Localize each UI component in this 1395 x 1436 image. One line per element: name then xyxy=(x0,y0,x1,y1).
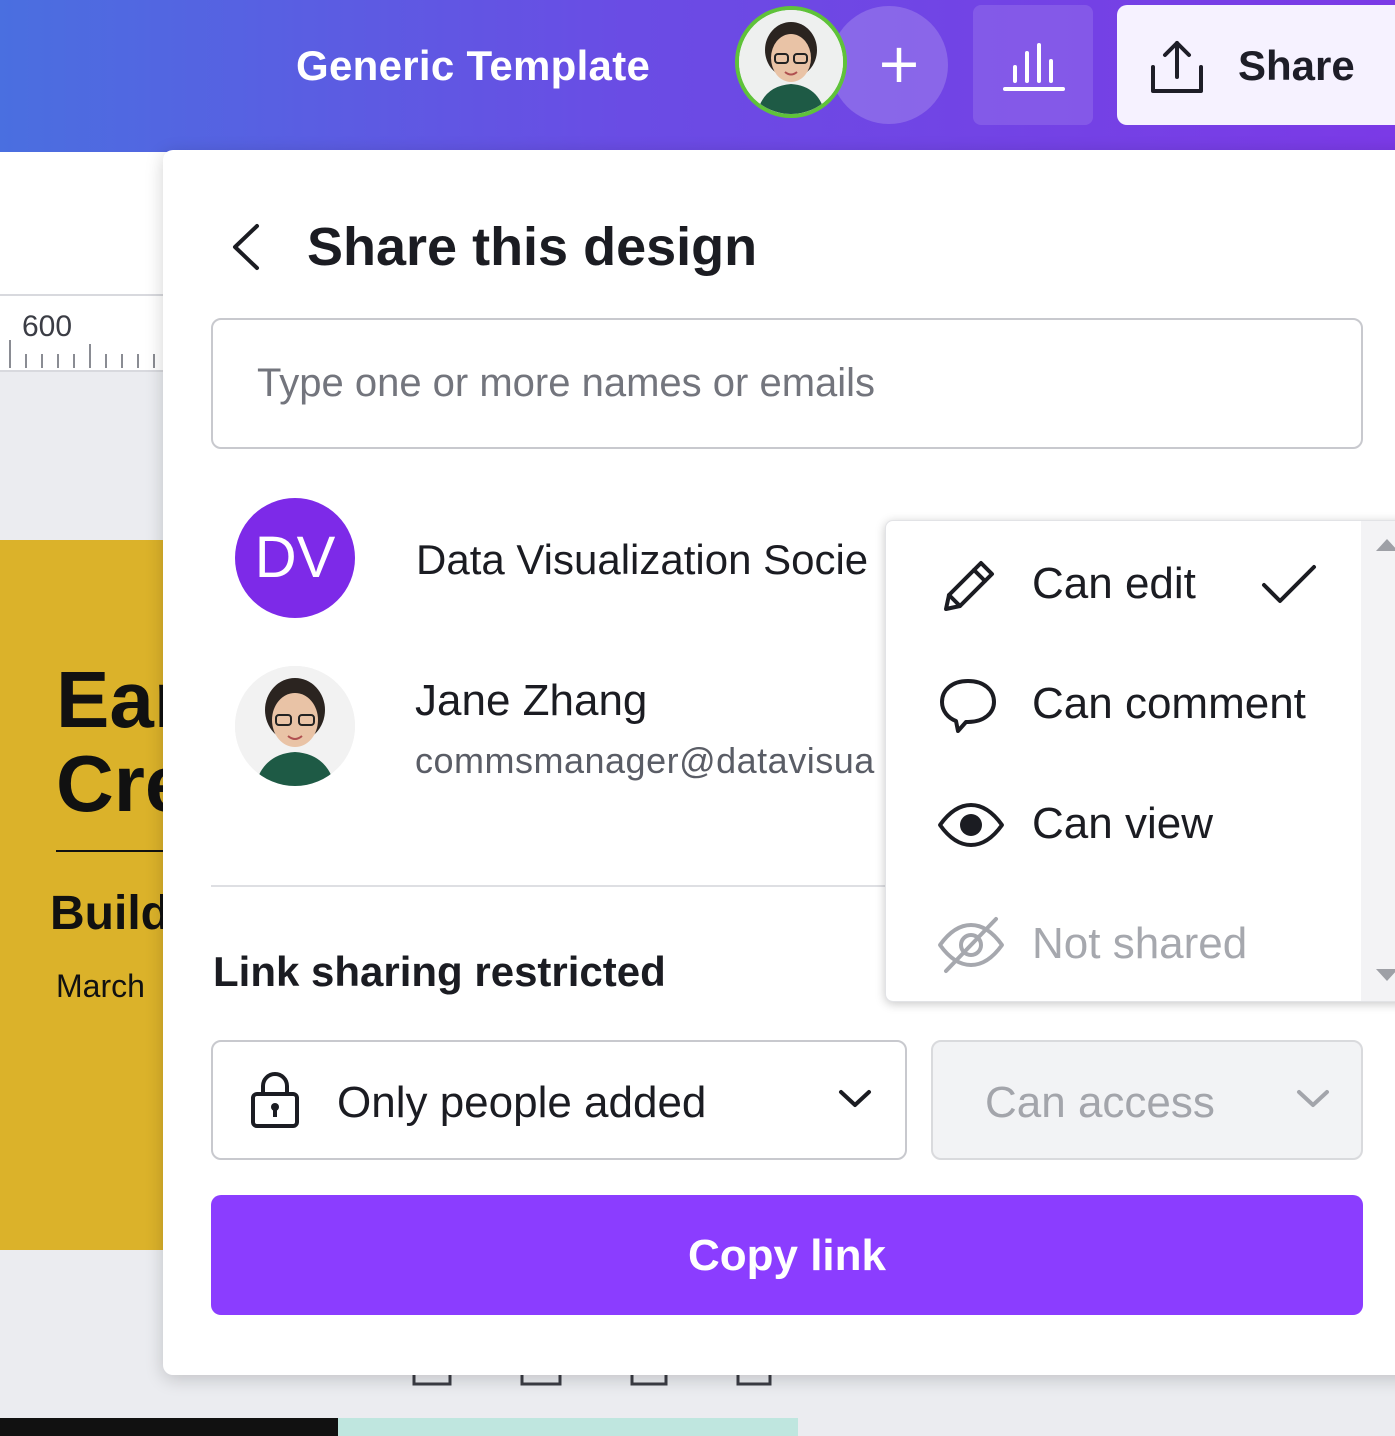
person-photo-icon xyxy=(235,666,355,786)
menu-item-label: Can comment xyxy=(1032,679,1306,728)
pencil-icon xyxy=(944,561,994,611)
menu-scrollbar[interactable] xyxy=(1361,521,1395,1001)
link-sharing-heading: Link sharing restricted xyxy=(213,948,666,995)
person-photo-icon xyxy=(739,10,843,114)
link-permission-select: Can access xyxy=(931,1040,1363,1160)
ruler-ticks xyxy=(9,340,155,368)
menu-item-label: Can edit xyxy=(1032,559,1196,608)
menu-item-can-comment[interactable]: Can comment xyxy=(886,643,1361,761)
chevron-down-icon xyxy=(1297,1090,1329,1107)
menu-item-not-shared: Not shared xyxy=(886,883,1361,1001)
comment-icon xyxy=(940,679,996,733)
design-canvas-page[interactable]: Ear Cre Build March xyxy=(0,540,170,1250)
canvas-date: March xyxy=(56,968,145,1004)
link-access-value: Only people added xyxy=(337,1078,707,1127)
person-name: Data Visualization Socie xyxy=(416,536,869,583)
avatar: DV xyxy=(235,498,355,618)
upload-icon xyxy=(1151,41,1203,93)
top-bar: Generic Template + Share xyxy=(0,0,1395,152)
canvas-subheading: Build xyxy=(50,887,170,940)
invite-input[interactable] xyxy=(211,318,1363,449)
menu-item-label: Not shared xyxy=(1032,919,1248,968)
share-button-label: Share xyxy=(1238,42,1355,89)
back-button[interactable] xyxy=(223,220,271,274)
canvas-heading: Ear Cre xyxy=(56,655,170,828)
menu-item-can-view[interactable]: Can view xyxy=(886,763,1361,881)
insights-button[interactable] xyxy=(973,5,1093,125)
check-icon xyxy=(1262,565,1316,603)
chevron-left-icon xyxy=(233,224,259,270)
design-title[interactable]: Generic Template xyxy=(296,42,650,90)
lock-icon xyxy=(251,1072,299,1128)
person-name: Jane Zhang xyxy=(415,676,648,725)
ruler-label: 600 xyxy=(22,310,73,343)
link-access-select[interactable]: Only people added xyxy=(211,1040,907,1160)
chevron-down-icon xyxy=(839,1090,871,1107)
page-tools-icon xyxy=(412,1372,772,1386)
plus-icon: + xyxy=(876,32,922,95)
eye-icon xyxy=(938,803,1004,847)
eye-off-icon xyxy=(938,917,1004,973)
add-collaborator-button[interactable]: + xyxy=(830,6,948,124)
panel-title: Share this design xyxy=(307,217,758,277)
ruler: 600 xyxy=(0,294,170,372)
avatar xyxy=(235,666,355,786)
menu-item-can-edit[interactable]: Can edit xyxy=(886,523,1361,641)
permission-menu: Can edit Can comment Can view Not shared xyxy=(885,520,1395,1002)
canvas-divider xyxy=(56,850,170,852)
collaborator-avatar[interactable] xyxy=(735,6,847,118)
bar-chart-icon xyxy=(1003,43,1065,91)
menu-item-label: Can view xyxy=(1032,799,1213,848)
scroll-up-arrow-icon[interactable] xyxy=(1376,539,1395,551)
canvas-page-thumbnail xyxy=(0,1418,340,1436)
canvas-toolbar-area xyxy=(0,152,170,294)
link-permission-value: Can access xyxy=(985,1078,1215,1127)
scroll-down-arrow-icon[interactable] xyxy=(1376,969,1395,981)
canvas-page-thumbnail xyxy=(338,1418,798,1436)
copy-link-button[interactable]: Copy link xyxy=(211,1195,1363,1315)
share-button[interactable]: Share xyxy=(1117,5,1395,125)
person-email: commsmanager@datavisua xyxy=(415,740,875,781)
